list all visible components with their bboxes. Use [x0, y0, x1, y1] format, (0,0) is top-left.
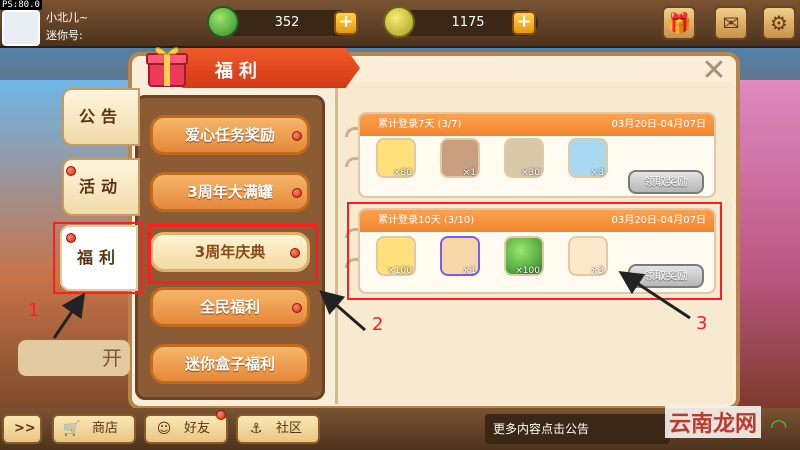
menu-love-task-rewards[interactable]: 爱心任务奖励 — [150, 115, 310, 155]
background-scene-right — [735, 80, 800, 410]
reward-item-character[interactable]: ×3 — [568, 138, 608, 178]
notification-dot — [292, 188, 302, 198]
notification-dot — [292, 303, 302, 313]
menu-label: 迷你盒子福利 — [184, 355, 275, 373]
claim-reward-button[interactable]: 领取奖励 — [628, 170, 704, 194]
gem-count: 352 — [274, 15, 300, 30]
tab-announcement[interactable]: 公告 — [62, 88, 140, 146]
menu-anniversary-jar[interactable]: 3周年大满罐 — [150, 172, 310, 212]
card-header: 累计登录7天 (3/7) 03月20日-04月07日 — [360, 114, 714, 136]
dialog-title: 福利 — [215, 61, 263, 82]
shop-label: 商店 — [92, 421, 119, 436]
announcement-ticker[interactable]: 更多内容点击公告 — [485, 414, 670, 444]
coin-icon — [383, 6, 415, 38]
gem-counter: 352 — [222, 10, 352, 36]
annotation-number-3: 3 — [696, 313, 708, 334]
friends-button[interactable]: ☺ 好友 — [144, 414, 228, 444]
menu-label: 全民福利 — [199, 298, 260, 316]
reward-item-character[interactable]: ×30 — [504, 138, 544, 178]
add-gems-button[interactable]: + — [334, 11, 358, 35]
friends-icon: ☺ — [156, 421, 172, 437]
expand-button[interactable]: >> — [2, 414, 42, 444]
notification-dot — [292, 131, 302, 141]
item-qty: ×3 — [590, 168, 604, 178]
item-qty: ×1 — [462, 168, 476, 178]
community-icon: ⚓ — [249, 421, 263, 437]
annotation-number-1: 1 — [28, 300, 40, 321]
add-coins-button[interactable]: + — [512, 11, 536, 35]
coin-count: 1175 — [451, 15, 485, 30]
highlight-frame-card — [347, 202, 722, 300]
close-button[interactable]: ✕ — [700, 56, 728, 86]
background-panel-button: 开 — [18, 340, 130, 376]
gem-icon — [207, 6, 239, 38]
gift-box-icon — [146, 47, 188, 87]
shop-button[interactable]: 🛒 商店 — [52, 414, 136, 444]
notification-dot — [216, 410, 226, 420]
player-id-label: 迷你号: — [46, 29, 83, 42]
player-name: 小北儿~ — [46, 11, 89, 24]
annotation-number-2: 2 — [372, 314, 384, 335]
wifi-icon: ◠ — [770, 414, 788, 438]
highlight-frame-menu — [148, 224, 318, 284]
item-qty: ×80 — [393, 168, 412, 178]
menu-mini-box-welfare[interactable]: 迷你盒子福利 — [150, 344, 310, 384]
reward-item-hat[interactable]: ×1 — [440, 138, 480, 178]
gear-icon[interactable]: ⚙ — [762, 6, 796, 40]
card-date: 03月20日-04月07日 — [611, 119, 706, 130]
item-qty: ×30 — [521, 168, 540, 178]
watermark: 云南龙网 — [665, 406, 762, 438]
mail-icon[interactable]: ✉ — [714, 6, 748, 40]
reward-item-ticket[interactable]: ×80 — [376, 138, 416, 178]
community-button[interactable]: ⚓ 社区 — [236, 414, 320, 444]
menu-label: 爱心任务奖励 — [184, 126, 275, 144]
gift-icon[interactable]: 🎁 — [662, 6, 696, 40]
notification-dot — [66, 166, 76, 176]
card-title: 累计登录7天 (3/7) — [378, 119, 462, 130]
fps-counter: PS:80.0 — [0, 0, 42, 10]
menu-universal-welfare[interactable]: 全民福利 — [150, 287, 310, 327]
community-label: 社区 — [276, 421, 303, 436]
shop-icon: 🛒 — [63, 421, 81, 437]
friends-label: 好友 — [184, 421, 211, 436]
avatar[interactable] — [2, 10, 40, 46]
highlight-frame-tab — [53, 222, 143, 294]
title-ribbon — [180, 48, 360, 88]
background-panel-text: 开 — [102, 346, 122, 370]
menu-label: 3周年大满罐 — [187, 183, 273, 201]
